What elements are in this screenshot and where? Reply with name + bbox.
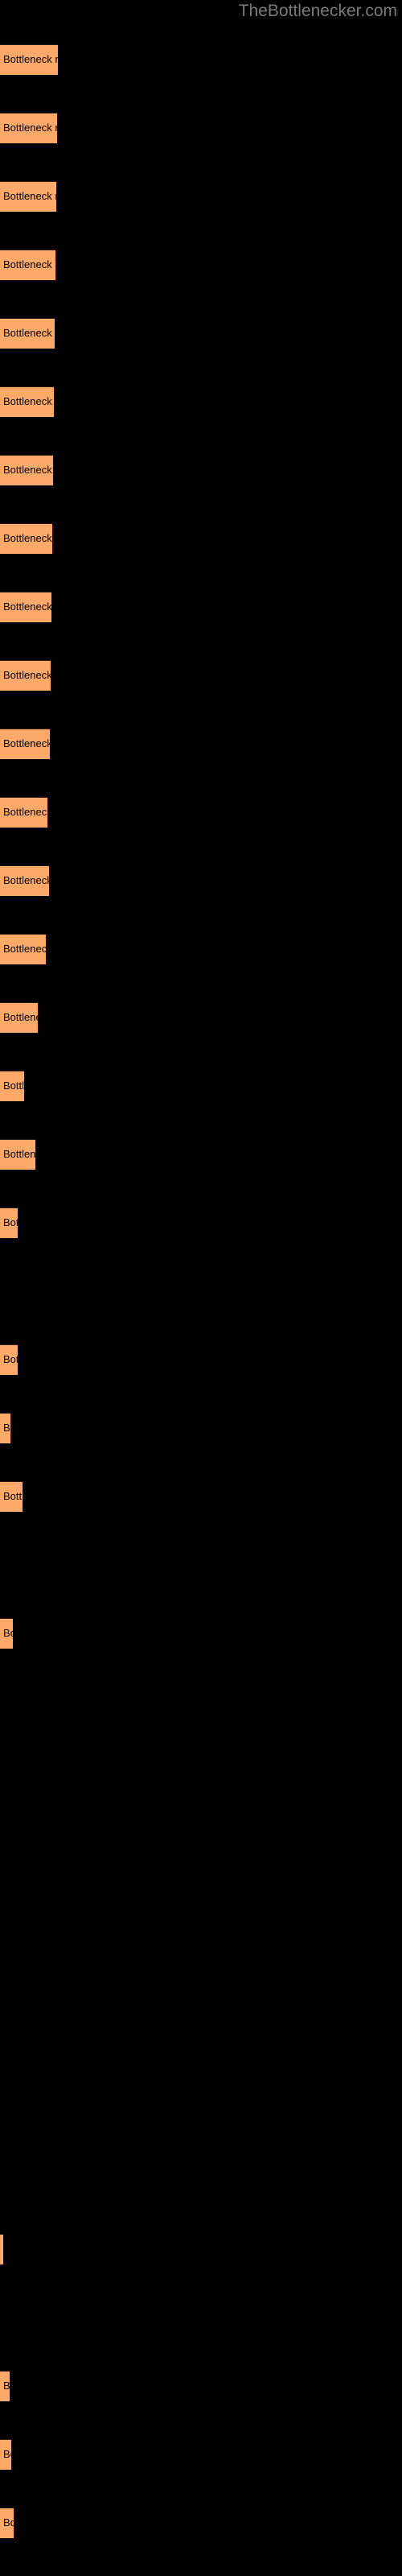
bar-row: Bottleneck result — [0, 1413, 402, 1443]
bar-chart: Bottleneck result Bottleneck result Bottle… — [0, 0, 402, 2576]
bar-label: Bottleneck result — [3, 1011, 38, 1023]
chart-bar: Bottleneck result — [0, 1481, 23, 1512]
bar-row: Bottleneck result — [0, 729, 402, 759]
bar-row: Bottleneck result — [0, 2234, 402, 2264]
chart-bar: Bottleneck result — [0, 523, 52, 554]
bar-label: Bottleneck result — [3, 1353, 18, 1365]
bar-row: Bottleneck result — [0, 2439, 402, 2470]
chart-bar: Bottleneck result — [0, 1618, 13, 1649]
bar-label: Bottleneck result — [3, 1080, 24, 1092]
chart-bar: Bottleneck result — [0, 44, 58, 75]
chart-bar: Bottleneck result — [0, 2439, 11, 2470]
bar-row — [0, 1550, 402, 1580]
bar-label: Bottleneck result — [3, 601, 51, 613]
bar-row: Bottleneck result — [0, 1071, 402, 1101]
bar-label: Bottleneck result — [3, 1148, 35, 1160]
chart-bar: Bottleneck result — [0, 1344, 18, 1375]
bar-label: Bottleneck result — [3, 806, 47, 818]
bar-row: Bottleneck result — [0, 592, 402, 622]
bar-label: Bottleneck result — [3, 737, 50, 749]
bar-label: Bottleneck result — [3, 2448, 11, 2460]
bar-label: Bottleneck result — [3, 53, 58, 65]
bar-row: Bottleneck result — [0, 1002, 402, 1033]
bar-label: Bottleneck result — [3, 464, 53, 476]
bar-row: Bottleneck result — [0, 181, 402, 212]
chart-bar: Bottleneck result — [0, 2371, 10, 2401]
bar-row: Bottleneck result — [0, 1481, 402, 1512]
bar-row: Bottleneck result — [0, 865, 402, 896]
chart-bar: Bottleneck result — [0, 386, 54, 417]
bar-row: Bottleneck result — [0, 2371, 402, 2401]
bar-row: Bottleneck result — [0, 386, 402, 417]
bar-row — [0, 1892, 402, 1922]
bar-row — [0, 2302, 402, 2333]
chart-bar: Bottleneck result — [0, 1208, 18, 1238]
bar-label: Bottleneck result — [3, 395, 54, 407]
bar-row: Bottleneck result — [0, 523, 402, 554]
bar-label: Bottleneck result — [3, 874, 49, 886]
chart-bar: Bottleneck result — [0, 1413, 10, 1443]
bar-row: Bottleneck result — [0, 797, 402, 828]
bar-label: Bottleneck result — [3, 2380, 10, 2392]
chart-bar: Bottleneck result — [0, 934, 46, 964]
bar-label: Bottleneck result — [3, 1490, 23, 1502]
bar-row — [0, 2097, 402, 2128]
bar-label: Bottleneck result — [3, 190, 56, 202]
bar-row — [0, 1276, 402, 1307]
chart-bar: Bottleneck result — [0, 592, 51, 622]
bar-row: Bottleneck result — [0, 1139, 402, 1170]
bar-label: Bottleneck result — [3, 943, 46, 955]
bar-row: Bottleneck result — [0, 113, 402, 143]
bar-label: Bottleneck result — [3, 532, 52, 544]
bar-row — [0, 2165, 402, 2196]
bar-row — [0, 1755, 402, 1785]
bar-label: Bottleneck result — [3, 1627, 13, 1639]
chart-bar: Bottleneck result — [0, 250, 55, 280]
chart-bar: Bottleneck result — [0, 2234, 3, 2264]
chart-bar: Bottleneck result — [0, 318, 55, 349]
bar-row: Bottleneck result — [0, 250, 402, 280]
chart-bar: Bottleneck result — [0, 660, 51, 691]
bar-row — [0, 2029, 402, 2059]
bar-label: Bottleneck result — [3, 258, 55, 270]
bar-label: Bottleneck result — [3, 669, 51, 681]
bar-row: Bottleneck result — [0, 318, 402, 349]
bar-row: Bottleneck result — [0, 660, 402, 691]
bar-label: Bottleneck result — [3, 327, 55, 339]
chart-bar: Bottleneck result — [0, 1071, 24, 1101]
bar-row: Bottleneck result — [0, 1618, 402, 1649]
chart-bar: Bottleneck result — [0, 1002, 38, 1033]
bar-label: Bottleneck result — [3, 1422, 10, 1434]
bar-row — [0, 1960, 402, 1991]
chart-bar: Bottleneck result — [0, 1139, 35, 1170]
bar-row: Bottleneck result — [0, 1344, 402, 1375]
bar-row: Bottleneck result — [0, 455, 402, 485]
bar-row: Bottleneck result — [0, 934, 402, 964]
chart-bar: Bottleneck result — [0, 865, 49, 896]
bar-label: Bottleneck result — [3, 1216, 18, 1228]
bar-row — [0, 1686, 402, 1717]
bar-label: Bottleneck result — [3, 2516, 14, 2529]
chart-bar: Bottleneck result — [0, 729, 50, 759]
bar-row — [0, 1823, 402, 1854]
chart-bar: Bottleneck result — [0, 797, 47, 828]
chart-bar: Bottleneck result — [0, 181, 56, 212]
bar-row: Bottleneck result — [0, 2508, 402, 2538]
chart-bar: Bottleneck result — [0, 113, 57, 143]
chart-bar: Bottleneck result — [0, 455, 53, 485]
chart-bar: Bottleneck result — [0, 2508, 14, 2538]
bar-label: Bottleneck result — [3, 122, 57, 134]
bar-row: Bottleneck result — [0, 44, 402, 75]
bar-row: Bottleneck result — [0, 1208, 402, 1238]
